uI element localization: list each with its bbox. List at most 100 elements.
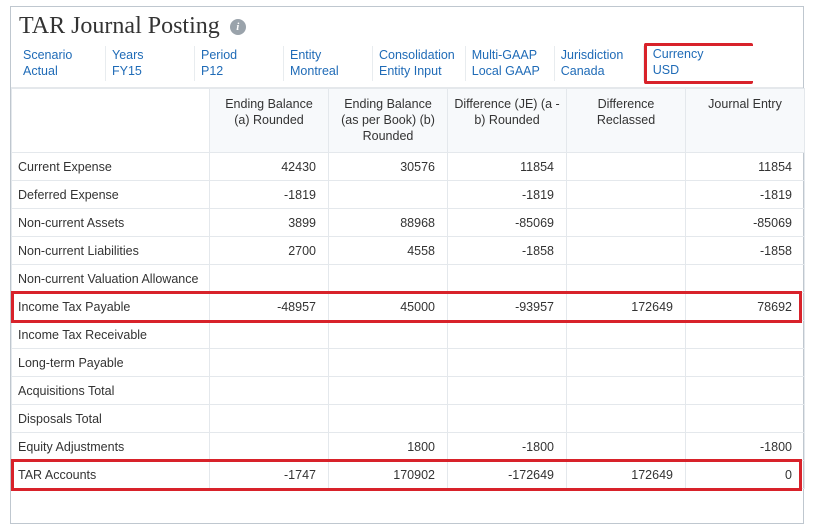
data-cell[interactable]: -48957 [210,293,329,321]
data-cell[interactable]: 172649 [567,293,686,321]
pov-label: Consolidation [379,48,455,64]
row-label[interactable]: Income Tax Receivable [12,321,210,349]
data-cell[interactable]: -1747 [210,461,329,489]
data-cell[interactable] [210,377,329,405]
data-cell[interactable] [329,321,448,349]
data-cell[interactable]: -1800 [448,433,567,461]
data-cell[interactable] [210,265,329,293]
data-cell[interactable] [567,349,686,377]
data-cell[interactable] [448,265,567,293]
data-cell[interactable] [567,321,686,349]
row-label[interactable]: TAR Accounts [12,461,210,489]
pov-value: FY15 [112,64,184,80]
data-cell[interactable]: -1819 [210,181,329,209]
data-cell[interactable]: 11854 [686,153,805,181]
pov-multi-gaap[interactable]: Multi-GAAPLocal GAAP [466,46,555,81]
data-cell[interactable]: 2700 [210,237,329,265]
data-cell[interactable]: 42430 [210,153,329,181]
data-cell[interactable] [567,209,686,237]
data-cell[interactable]: -1858 [686,237,805,265]
table-row: Non-current Valuation Allowance [12,265,805,293]
data-cell[interactable] [329,349,448,377]
pov-label: Entity [290,48,362,64]
column-header[interactable]: Difference Reclassed [567,89,686,153]
data-cell[interactable] [448,405,567,433]
data-cell[interactable]: -1819 [686,181,805,209]
pov-value: Actual [23,64,95,80]
row-label[interactable]: Non-current Valuation Allowance [12,265,210,293]
data-cell[interactable]: 1800 [329,433,448,461]
data-cell[interactable] [567,433,686,461]
data-cell[interactable]: -93957 [448,293,567,321]
data-cell[interactable] [329,377,448,405]
data-cell[interactable] [210,349,329,377]
column-header[interactable]: Ending Balance (a) Rounded [210,89,329,153]
data-cell[interactable] [329,181,448,209]
pov-years[interactable]: YearsFY15 [106,46,195,81]
data-cell[interactable] [686,405,805,433]
row-label[interactable]: Deferred Expense [12,181,210,209]
data-cell[interactable] [448,377,567,405]
data-cell[interactable] [329,265,448,293]
data-cell[interactable] [567,405,686,433]
data-cell[interactable] [448,349,567,377]
data-cell[interactable]: -85069 [686,209,805,237]
data-cell[interactable] [567,265,686,293]
column-header[interactable]: Journal Entry [686,89,805,153]
pov-value: P12 [201,64,273,80]
pov-period[interactable]: PeriodP12 [195,46,284,81]
table-row: Income Tax Payable-4895745000-9395717264… [12,293,805,321]
data-cell[interactable] [210,405,329,433]
data-cell[interactable]: -1858 [448,237,567,265]
data-cell[interactable]: -172649 [448,461,567,489]
pov-consolidation[interactable]: ConsolidationEntity Input [373,46,466,81]
data-cell[interactable] [448,321,567,349]
data-cell[interactable]: 88968 [329,209,448,237]
data-cell[interactable]: 78692 [686,293,805,321]
info-icon[interactable]: i [230,19,246,35]
row-label[interactable]: Acquisitions Total [12,377,210,405]
data-cell[interactable] [686,321,805,349]
row-label[interactable]: Equity Adjustments [12,433,210,461]
data-cell[interactable]: 45000 [329,293,448,321]
pov-currency[interactable]: CurrencyUSD [644,43,753,84]
data-cell[interactable] [567,181,686,209]
data-cell[interactable]: 170902 [329,461,448,489]
column-header[interactable]: Difference (JE) (a - b) Rounded [448,89,567,153]
data-cell[interactable]: 3899 [210,209,329,237]
data-cell[interactable]: -85069 [448,209,567,237]
row-label[interactable]: Income Tax Payable [12,293,210,321]
data-cell[interactable]: 172649 [567,461,686,489]
data-cell[interactable]: -1800 [686,433,805,461]
row-label[interactable]: Non-current Assets [12,209,210,237]
column-header[interactable]: Ending Balance (as per Book) (b) Rounded [329,89,448,153]
data-cell[interactable] [210,433,329,461]
data-cell[interactable] [567,153,686,181]
app-frame: TAR Journal Posting i ScenarioActualYear… [10,6,804,524]
row-label[interactable]: Non-current Liabilities [12,237,210,265]
data-cell[interactable]: 11854 [448,153,567,181]
data-cell[interactable]: 30576 [329,153,448,181]
data-cell[interactable]: 0 [686,461,805,489]
data-cell[interactable] [567,237,686,265]
pov-label: Years [112,48,184,64]
data-cell[interactable] [686,377,805,405]
pov-value: Local GAAP [472,64,544,80]
table-row: Acquisitions Total [12,377,805,405]
data-cell[interactable] [210,321,329,349]
pov-value: Montreal [290,64,362,80]
pov-entity[interactable]: EntityMontreal [284,46,373,81]
data-cell[interactable] [329,405,448,433]
data-cell[interactable]: 4558 [329,237,448,265]
row-label[interactable]: Long-term Payable [12,349,210,377]
row-label[interactable]: Current Expense [12,153,210,181]
pov-scenario[interactable]: ScenarioActual [17,46,106,81]
data-cell[interactable] [686,349,805,377]
pov-jurisdiction[interactable]: JurisdictionCanada [555,46,644,81]
data-cell[interactable]: -1819 [448,181,567,209]
table-row: Long-term Payable [12,349,805,377]
data-cell[interactable] [567,377,686,405]
table-row: Current Expense42430305761185411854 [12,153,805,181]
data-cell[interactable] [686,265,805,293]
row-label[interactable]: Disposals Total [12,405,210,433]
